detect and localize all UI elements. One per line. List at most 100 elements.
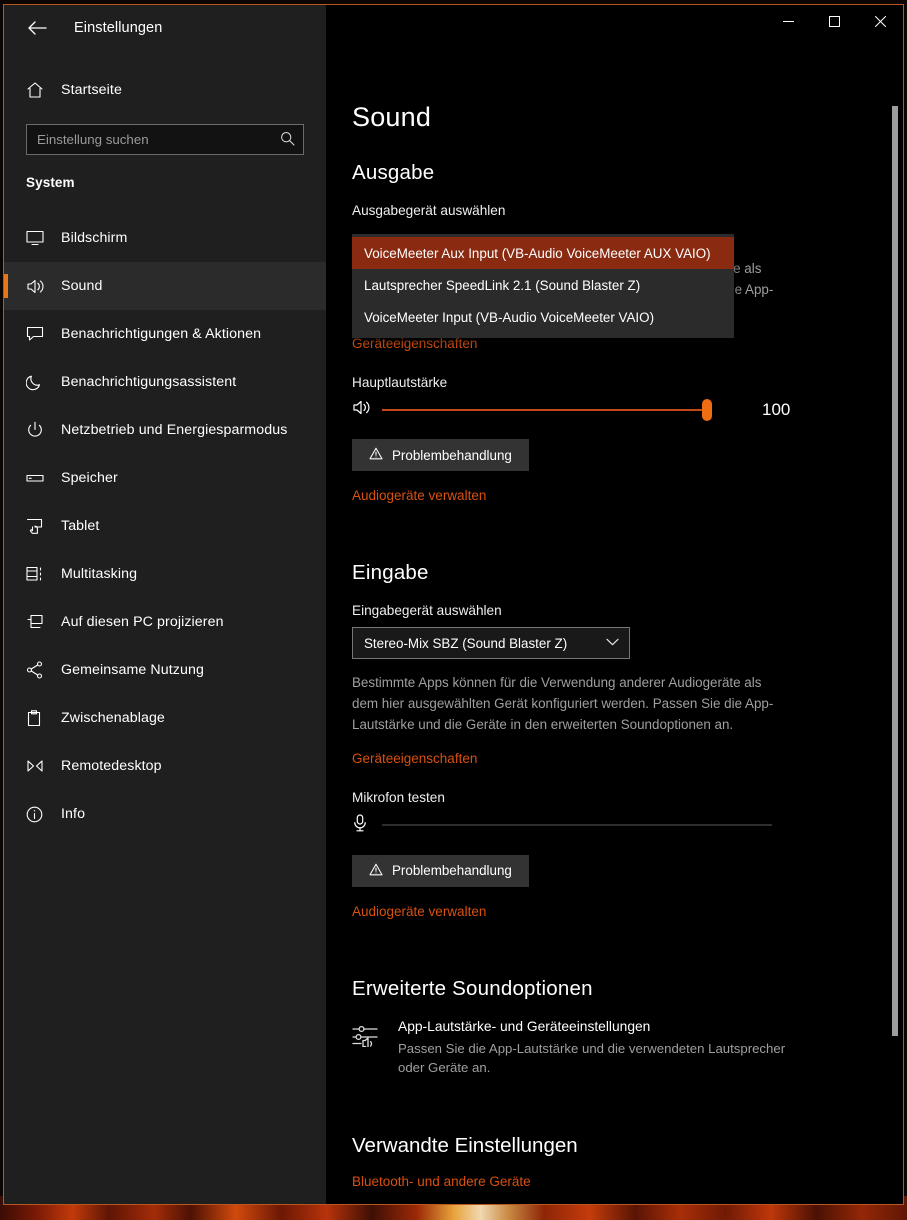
input-section-heading: Eingabe (352, 561, 859, 585)
power-icon (26, 421, 56, 439)
warning-icon (369, 447, 383, 463)
maximize-button[interactable] (811, 5, 857, 37)
back-button[interactable] (14, 13, 60, 43)
sidebar-item-projizieren-label: Auf diesen PC projizieren (61, 614, 224, 630)
microphone-icon (352, 814, 382, 837)
title-bar: Einstellungen (4, 5, 903, 50)
output-device-dropdown-list[interactable]: VoiceMeeter Aux Input (VB-Audio VoiceMee… (352, 234, 734, 338)
content-scrollbar[interactable] (892, 106, 898, 1081)
window-body: Startseite System (4, 50, 903, 1204)
share-icon (26, 661, 56, 679)
volume-slider-track (382, 409, 712, 411)
dropdown-option-voicemeeter-input[interactable]: VoiceMeeter Input (VB-Audio VoiceMeeter … (352, 301, 734, 333)
search-icon[interactable] (280, 131, 295, 149)
storage-icon (26, 472, 56, 484)
mic-level-meter (382, 824, 772, 826)
input-manage-devices-link[interactable]: Audiogeräte verwalten (352, 904, 486, 919)
sidebar-item-home-label: Startseite (61, 82, 122, 98)
remote-desktop-icon (26, 758, 56, 774)
related-settings-links: Bluetooth- und andere Geräte Sound-Syste… (352, 1174, 859, 1204)
input-device-properties-link[interactable]: Geräteeigenschaften (352, 751, 477, 766)
page-title: Sound (352, 102, 859, 133)
output-manage-devices-link[interactable]: Audiogeräte verwalten (352, 488, 486, 503)
sidebar-item-tablet[interactable]: Tablet (4, 502, 326, 550)
sidebar-item-sound[interactable]: Sound (4, 262, 326, 310)
monitor-icon (26, 230, 56, 246)
mic-level-row (352, 814, 859, 837)
output-troubleshoot-label: Problembehandlung (392, 448, 512, 463)
moon-icon (26, 373, 56, 391)
sidebar-section-title: System (4, 169, 326, 200)
speaker-icon (352, 399, 382, 421)
sidebar-item-gemeinsame-nutzung-label: Gemeinsame Nutzung (61, 662, 204, 678)
volume-slider[interactable] (382, 400, 712, 420)
sidebar-item-projizieren[interactable]: Auf diesen PC projizieren (4, 598, 326, 646)
home-icon (26, 81, 56, 99)
scrollbar-thumb[interactable] (892, 106, 898, 1036)
input-device-value: Stereo-Mix SBZ (Sound Blaster Z) (364, 636, 567, 651)
sidebar-item-benachrichtigungsassistent-label: Benachrichtigungsassistent (61, 374, 236, 390)
info-icon (26, 806, 56, 823)
sidebar-item-bildschirm-label: Bildschirm (61, 230, 127, 246)
search-input[interactable] (37, 132, 280, 147)
settings-window: Einstellungen Startseite (3, 4, 904, 1205)
output-troubleshoot-button[interactable]: Problembehandlung (352, 439, 529, 471)
tablet-icon (26, 518, 56, 535)
sidebar-item-netzbetrieb[interactable]: Netzbetrieb und Energiesparmodus (4, 406, 326, 454)
app-volume-title: App-Lautstärke- und Geräteeinstellungen (398, 1019, 788, 1034)
sidebar-item-benachrichtigungen-label: Benachrichtigungen & Aktionen (61, 326, 261, 342)
sidebar-item-benachrichtigungsassistent[interactable]: Benachrichtigungsassistent (4, 358, 326, 406)
volume-slider-thumb[interactable] (702, 399, 712, 421)
input-troubleshoot-label: Problembehandlung (392, 863, 512, 878)
sidebar-item-multitasking[interactable]: Multitasking (4, 550, 326, 598)
output-section-heading: Ausgabe (352, 161, 859, 185)
app-volume-device-prefs-item[interactable]: App-Lautstärke- und Geräteeinstellungen … (352, 1019, 859, 1079)
sidebar-item-home[interactable]: Startseite (4, 66, 326, 114)
volume-slider-row: 100 (352, 399, 859, 421)
sidebar-item-bildschirm[interactable]: Bildschirm (4, 214, 326, 262)
multitasking-icon (26, 566, 56, 582)
related-settings-heading: Verwandte Einstellungen (352, 1134, 859, 1158)
mic-test-label: Mikrofon testen (352, 790, 859, 805)
volume-value: 100 (762, 400, 790, 420)
sidebar-item-netzbetrieb-label: Netzbetrieb und Energiesparmodus (61, 422, 287, 438)
sliders-icon (352, 1019, 382, 1052)
chevron-down-icon (606, 637, 619, 649)
sidebar: Startseite System (4, 50, 326, 1204)
warning-icon (369, 863, 383, 879)
search-box[interactable] (26, 124, 304, 155)
sidebar-item-info[interactable]: Info (4, 790, 326, 838)
minimize-button[interactable] (765, 5, 811, 37)
dropdown-option-lautsprecher-speedlink[interactable]: Lautsprecher SpeedLink 2.1 (Sound Blaste… (352, 269, 734, 301)
output-device-label: Ausgabegerät auswählen (352, 203, 859, 218)
app-volume-subtitle: Passen Sie die App-Lautstärke und die ve… (398, 1039, 788, 1079)
close-button[interactable] (857, 5, 903, 37)
output-device-properties-link[interactable]: Geräteeigenschaften (352, 336, 477, 351)
sidebar-item-multitasking-label: Multitasking (61, 566, 137, 582)
sidebar-item-remotedesktop-label: Remotedesktop (61, 758, 162, 774)
search-container (4, 124, 326, 155)
sidebar-item-tablet-label: Tablet (61, 518, 99, 534)
speaker-icon (26, 278, 56, 295)
sidebar-item-sound-label: Sound (61, 278, 103, 294)
window-title: Einstellungen (74, 20, 162, 36)
volume-label: Hauptlautstärke (352, 375, 859, 390)
title-bar-left: Einstellungen (4, 5, 326, 50)
sidebar-item-remotedesktop[interactable]: Remotedesktop (4, 742, 326, 790)
input-troubleshoot-button[interactable]: Problembehandlung (352, 855, 529, 887)
input-device-combobox[interactable]: Stereo-Mix SBZ (Sound Blaster Z) (352, 627, 630, 659)
sidebar-item-speicher[interactable]: Speicher (4, 454, 326, 502)
input-device-label: Eingabegerät auswählen (352, 603, 859, 618)
project-icon (26, 614, 56, 630)
advanced-section-heading: Erweiterte Soundoptionen (352, 977, 859, 1001)
sidebar-item-info-label: Info (61, 806, 85, 822)
dropdown-option-voicemeeter-aux-input[interactable]: VoiceMeeter Aux Input (VB-Audio VoiceMee… (352, 237, 734, 269)
sidebar-item-gemeinsame-nutzung[interactable]: Gemeinsame Nutzung (4, 646, 326, 694)
sidebar-item-benachrichtigungen[interactable]: Benachrichtigungen & Aktionen (4, 310, 326, 358)
sidebar-item-speicher-label: Speicher (61, 470, 118, 486)
notification-icon (26, 326, 56, 342)
clipboard-icon (26, 710, 56, 727)
sidebar-item-zwischenablage[interactable]: Zwischenablage (4, 694, 326, 742)
related-link-bluetooth[interactable]: Bluetooth- und andere Geräte (352, 1174, 859, 1189)
sidebar-item-zwischenablage-label: Zwischenablage (61, 710, 165, 726)
